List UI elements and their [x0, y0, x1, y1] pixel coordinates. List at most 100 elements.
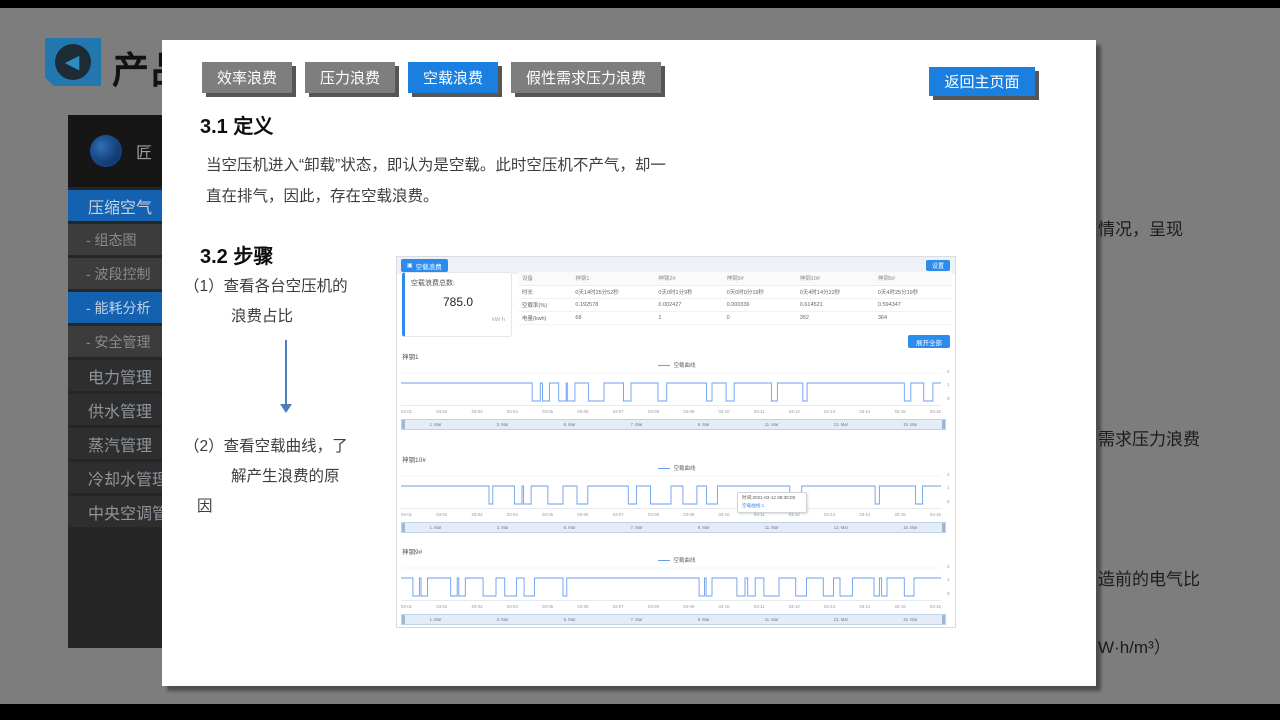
- chart-legend[interactable]: 空载曲线: [397, 464, 957, 472]
- settings-button[interactable]: 设置: [926, 260, 950, 271]
- table-row: 时长0天14时25分52秒0天0时1分9秒0天0时0分19秒0天4时14分22秒…: [518, 285, 952, 298]
- slider-handle-right[interactable]: [942, 420, 945, 429]
- y-axis-ticks: 210: [945, 564, 957, 604]
- data-zoom-slider[interactable]: 1. Mar3. Mar5. Mar7. Mar9. Mar11. Mar13.…: [401, 614, 946, 625]
- slider-handle-left[interactable]: [402, 420, 405, 429]
- x-tick-label: 03-04: [507, 512, 518, 517]
- wave-chart[interactable]: [401, 474, 941, 510]
- table-cell: 0.594347: [874, 298, 952, 311]
- slider-date-label: 9. Mar: [698, 617, 710, 622]
- x-tick-label: 03-14: [859, 604, 870, 609]
- summary-unit: kW·h: [411, 317, 505, 323]
- expand-all-button[interactable]: 展开全部: [908, 335, 950, 348]
- table-header-cell: 神钢1: [571, 272, 654, 285]
- x-tick-label: 03-10: [719, 604, 730, 609]
- chart-legend[interactable]: 空载曲线: [397, 556, 957, 564]
- sidebar-item[interactable]: 供水管理: [68, 394, 162, 425]
- tab-efficiency-waste[interactable]: 效率浪费: [202, 62, 292, 93]
- data-zoom-slider[interactable]: 1. Mar3. Mar5. Mar7. Mar9. Mar11. Mar13.…: [401, 419, 946, 430]
- slider-handle-left[interactable]: [402, 615, 405, 624]
- y-tick-label: 2: [947, 472, 950, 477]
- panel-icon: ▣: [407, 262, 413, 269]
- definition-line-1: 当空压机进入“卸载”状态，即认为是空载。此时空压机不产气，却一: [206, 150, 666, 181]
- table-cell: 1: [654, 311, 722, 324]
- x-tick-label: 03-16: [930, 604, 941, 609]
- legend-line-icon: [658, 560, 670, 561]
- data-zoom-slider[interactable]: 1. Mar3. Mar5. Mar7. Mar9. Mar11. Mar13.…: [401, 522, 946, 533]
- background-text-fragment: 情况，呈现: [1098, 215, 1183, 240]
- sidebar-menu: 压缩空气- 组态图- 波段控制- 能耗分析- 安全管理电力管理供水管理蒸汽管理冷…: [68, 190, 162, 527]
- table-header-cell: 神钢10#: [796, 272, 874, 285]
- sidebar: 匠 压缩空气- 组态图- 波段控制- 能耗分析- 安全管理电力管理供水管理蒸汽管…: [68, 115, 162, 648]
- y-axis-ticks: 210: [945, 369, 957, 409]
- table-cell: 0天4时14分22秒: [796, 285, 874, 298]
- table-header-cell: 神钢9#: [723, 272, 796, 285]
- slider-handle-right[interactable]: [942, 523, 945, 532]
- step-1-line-1: （1）查看各台空压机的: [184, 272, 348, 302]
- back-icon: ◀: [55, 44, 91, 80]
- section-3-1-heading: 3.1 定义: [200, 110, 273, 139]
- slider-date-label: 15. Mar: [903, 525, 917, 530]
- slider-date-label: 1. Mar: [430, 422, 442, 427]
- slider-date-label: 7. Mar: [631, 422, 643, 427]
- y-tick-label: 2: [947, 564, 950, 569]
- table-cell: 0天0时0分19秒: [723, 285, 796, 298]
- table-cell: 时长: [518, 285, 571, 298]
- letterbox-top: [0, 0, 1280, 8]
- table-cell: 0天0时1分9秒: [654, 285, 722, 298]
- table-cell: 空载率(%): [518, 298, 571, 311]
- x-tick-label: 03-01: [401, 409, 412, 414]
- slider-handle-right[interactable]: [942, 615, 945, 624]
- legend-line-icon: [658, 468, 670, 469]
- table-cell: 电量(kwh): [518, 311, 571, 324]
- back-to-main-button[interactable]: 返回主页面: [929, 67, 1035, 96]
- table-header-cell: 设备: [518, 272, 571, 285]
- table-cell: 68: [571, 311, 654, 324]
- table-cell: 0.192578: [571, 298, 654, 311]
- x-tick-label: 03-01: [401, 512, 412, 517]
- device-table: 设备神钢1神钢2#神钢9#神钢10#神钢5# 时长0天14时25分52秒0天0时…: [518, 272, 952, 325]
- slider-handle-left[interactable]: [402, 523, 405, 532]
- sidebar-item[interactable]: 中央空调管理: [68, 496, 162, 527]
- x-tick-label: 03-02: [436, 409, 447, 414]
- summary-value: 785.0: [411, 295, 505, 309]
- sidebar-item[interactable]: 冷却水管理: [68, 462, 162, 493]
- slider-date-label: 3. Mar: [497, 617, 509, 622]
- tab-pressure-waste[interactable]: 压力浪费: [305, 62, 395, 93]
- y-tick-label: 0: [947, 499, 950, 504]
- wave-chart[interactable]: [401, 371, 941, 407]
- table-cell: 0: [723, 311, 796, 324]
- x-tick-label: 03-10: [719, 512, 730, 517]
- wave-chart[interactable]: [401, 566, 941, 602]
- sidebar-item[interactable]: 蒸汽管理: [68, 428, 162, 459]
- chart-block-shengang9: 神钢9# 空载曲线 210 03-0103-0203-0303-0403-050…: [397, 546, 957, 634]
- sidebar-item[interactable]: 电力管理: [68, 360, 162, 391]
- tab-idle-waste[interactable]: 空载浪费: [408, 62, 498, 93]
- definition-line-2: 直在排气，因此，存在空载浪费。: [206, 181, 666, 212]
- table-cell: 0.002427: [654, 298, 722, 311]
- sidebar-item[interactable]: - 波段控制: [68, 258, 162, 289]
- back-badge[interactable]: ◀: [45, 38, 101, 86]
- x-tick-label: 03-01: [401, 604, 412, 609]
- x-tick-label: 03-09: [683, 512, 694, 517]
- sidebar-item[interactable]: 压缩空气: [68, 190, 162, 221]
- slider-date-label: 9. Mar: [698, 525, 710, 530]
- y-axis-ticks: 210: [945, 472, 957, 512]
- chart-legend[interactable]: 空载曲线: [397, 361, 957, 369]
- table-row: 空载率(%)0.1925780.0024270.0003360.6145210.…: [518, 298, 952, 311]
- background-text-fragment: 造前的电气比: [1098, 565, 1200, 590]
- app-logo-text: 匠: [136, 139, 152, 163]
- x-tick-label: 03-06: [577, 409, 588, 414]
- x-tick-label: 03-02: [436, 604, 447, 609]
- x-tick-label: 03-10: [719, 409, 730, 414]
- sidebar-item[interactable]: - 安全管理: [68, 326, 162, 357]
- y-tick-label: 2: [947, 369, 950, 374]
- slider-date-label: 3. Mar: [497, 422, 509, 427]
- sidebar-item[interactable]: - 能耗分析: [68, 292, 162, 323]
- tab-false-demand-pressure-waste[interactable]: 假性需求压力浪费: [511, 62, 661, 93]
- slider-date-label: 13. Mar: [834, 617, 848, 622]
- down-arrow-icon: [279, 340, 293, 416]
- x-tick-label: 03-16: [930, 409, 941, 414]
- chart-block-shengang1: 神钢1 空载曲线 210 03-0103-0203-0303-0403-0503…: [397, 351, 957, 439]
- sidebar-item[interactable]: - 组态图: [68, 224, 162, 255]
